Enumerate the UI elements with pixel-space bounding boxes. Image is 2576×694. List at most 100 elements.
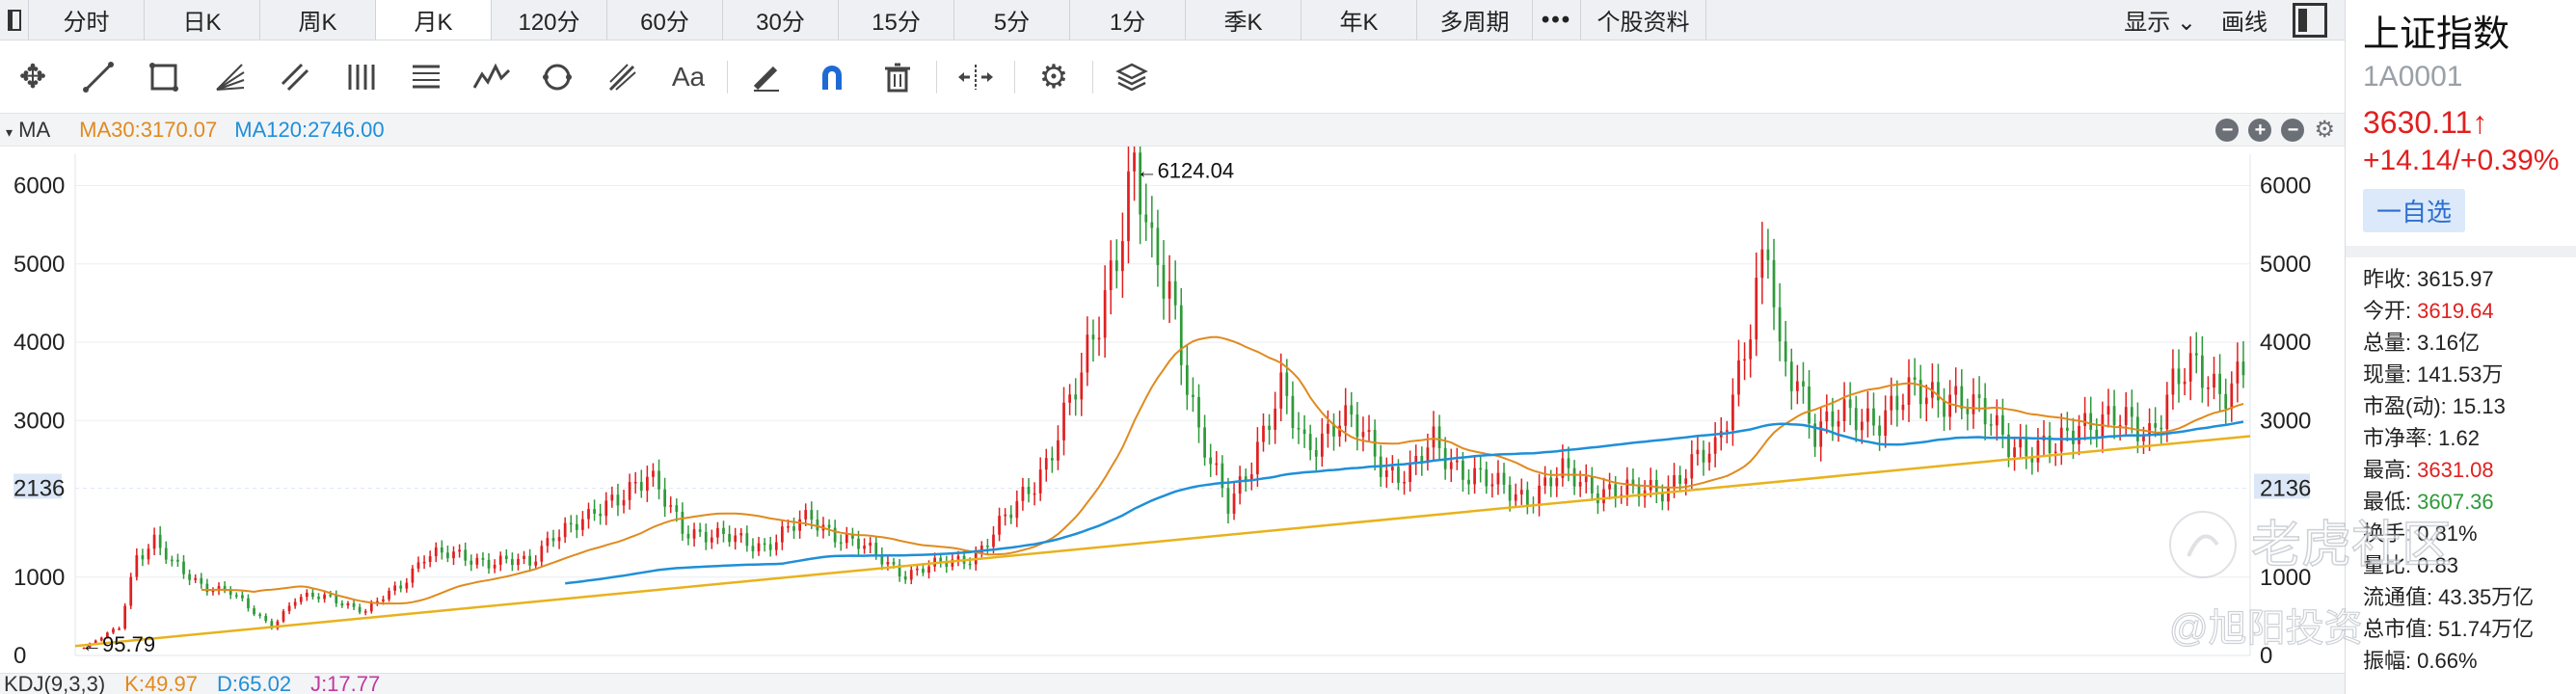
channel-tool-icon[interactable] [262, 40, 328, 114]
candle-body [745, 533, 749, 547]
candle-body [498, 555, 502, 565]
rectangle-tool-icon[interactable] [131, 40, 197, 114]
candle-body [1197, 396, 1200, 428]
tab-13[interactable]: ••• [1533, 0, 1581, 40]
candle-body [593, 509, 596, 514]
quote-row: 换手: 0.81% [2363, 518, 2576, 549]
line-segment-icon[interactable] [66, 40, 131, 114]
candle-body [845, 533, 848, 544]
indicator-label[interactable]: ▾ MA [6, 118, 50, 143]
tab-7[interactable]: 15分 [839, 0, 954, 40]
remove-indicator-icon[interactable]: − [2281, 119, 2305, 142]
tab-3[interactable]: 月K [376, 0, 492, 40]
candle-body [323, 594, 326, 600]
settings-gear-icon[interactable]: ⚙ [1021, 40, 1087, 114]
candle-body [2142, 436, 2145, 441]
indicator-settings-icon[interactable]: ⚙ [2314, 119, 2335, 142]
quote-row-label: 现量: [2363, 362, 2412, 387]
candle-body [2224, 393, 2228, 410]
candle-body [1696, 449, 1700, 455]
candle-body [1462, 460, 1464, 480]
fan-lines-icon[interactable] [197, 40, 262, 114]
candle-body [1302, 429, 1306, 435]
candle-body [1901, 404, 1905, 411]
candle-body [1437, 426, 1441, 448]
quote-row-value: 15.13 [2452, 394, 2506, 418]
candle-body [1403, 482, 1406, 484]
display-dropdown[interactable]: 显示 ⌄ [2124, 3, 2196, 37]
tab-12[interactable]: 多周期 [1417, 0, 1533, 40]
kline-chart[interactable]: 6000 6000 5000 5000 4000 4000 3000 3000 2136 2136… [0, 122, 2345, 673]
indicator-legend-bar: ▾ MA MA30:3170.07 MA120:2746.00 − + − ⚙ [0, 114, 2345, 147]
candle-body [282, 611, 285, 622]
wave-tool-icon[interactable] [459, 40, 524, 114]
candle-body [1872, 408, 1875, 426]
move-cross-icon[interactable]: ✥ [0, 40, 66, 114]
up-arrow-icon: ↑ [2472, 105, 2488, 140]
candle-body [1538, 485, 1541, 506]
tab-11[interactable]: 年K [1301, 0, 1417, 40]
vertical-lines-icon[interactable] [328, 40, 393, 114]
layers-icon[interactable] [1099, 40, 1165, 114]
quote-stats: 昨收: 3615.97 今开: 3619.64 总量: 3.16亿 现量: 141.53万 市盈… [2346, 257, 2576, 677]
candle-body [1473, 467, 1476, 485]
circle-tool-icon[interactable] [524, 40, 590, 114]
tab-10[interactable]: 季K [1186, 0, 1301, 40]
candle-body [1133, 152, 1136, 172]
candle-body [534, 561, 538, 566]
collapse-minus-icon[interactable]: − [2215, 119, 2240, 142]
candle-body [1590, 476, 1594, 494]
candle-body [681, 511, 684, 534]
candle-body [1924, 397, 1928, 405]
pen-icon[interactable] [734, 40, 799, 114]
candle-body [1038, 469, 1042, 494]
candle-body [1086, 334, 1089, 373]
tab-0[interactable]: 分时 [29, 0, 145, 40]
candle-body [452, 551, 455, 559]
candle-body [2036, 440, 2040, 463]
candle-body [639, 481, 643, 491]
candle-body [458, 549, 461, 552]
candle-body [1080, 372, 1084, 400]
tab-4[interactable]: 120分 [492, 0, 607, 40]
ma30-value: MA30:3170.07 [79, 117, 218, 142]
sidebar-toggle-icon[interactable] [0, 0, 29, 40]
add-watchlist-button[interactable]: 一自选 [2363, 189, 2466, 232]
candle-body [698, 529, 702, 532]
tab-1[interactable]: 日K [145, 0, 260, 40]
tab-14[interactable]: 个股资料 [1581, 0, 1706, 40]
tab-9[interactable]: 1分 [1070, 0, 1186, 40]
magnet-icon[interactable] [799, 40, 865, 114]
triangle-down-icon: ▾ [6, 123, 13, 140]
tab-6[interactable]: 30分 [723, 0, 839, 40]
tab-2[interactable]: 周K [260, 0, 376, 40]
quote-row: 最高: 3631.08 [2363, 454, 2576, 486]
trash-icon[interactable] [865, 40, 930, 114]
text-tool-button[interactable]: Aa [656, 40, 721, 114]
candle-body [1866, 408, 1869, 422]
candle-body [1485, 469, 1489, 487]
candle-body [1144, 214, 1148, 223]
candle-body [141, 555, 145, 560]
candle-body [1044, 458, 1048, 470]
tab-8[interactable]: 5分 [954, 0, 1070, 40]
kdj-label[interactable]: KDJ(9,3,3) [4, 674, 105, 694]
candle-body [2200, 355, 2204, 388]
candle-body [563, 522, 567, 538]
y-tick-label-right: 5000 [2260, 252, 2311, 278]
panel-layout-icon[interactable] [2293, 2, 2327, 38]
draw-line-button[interactable]: 画线 [2221, 3, 2267, 37]
y-tick-label-right: 3000 [2260, 408, 2311, 434]
kdj-j-value: J:17.77 [310, 673, 381, 694]
measure-arrows-icon[interactable] [943, 40, 1008, 114]
tab-5[interactable]: 60分 [607, 0, 723, 40]
candle-body [1320, 433, 1324, 457]
candle-body [2165, 394, 2169, 430]
gann-lines-icon[interactable] [393, 40, 459, 114]
fibonacci-tool-icon[interactable] [590, 40, 656, 114]
candle-body [358, 606, 362, 613]
candle-body [428, 556, 432, 562]
candle-body [1238, 476, 1242, 494]
add-indicator-icon[interactable]: + [2248, 119, 2272, 142]
candle-body [546, 538, 550, 547]
